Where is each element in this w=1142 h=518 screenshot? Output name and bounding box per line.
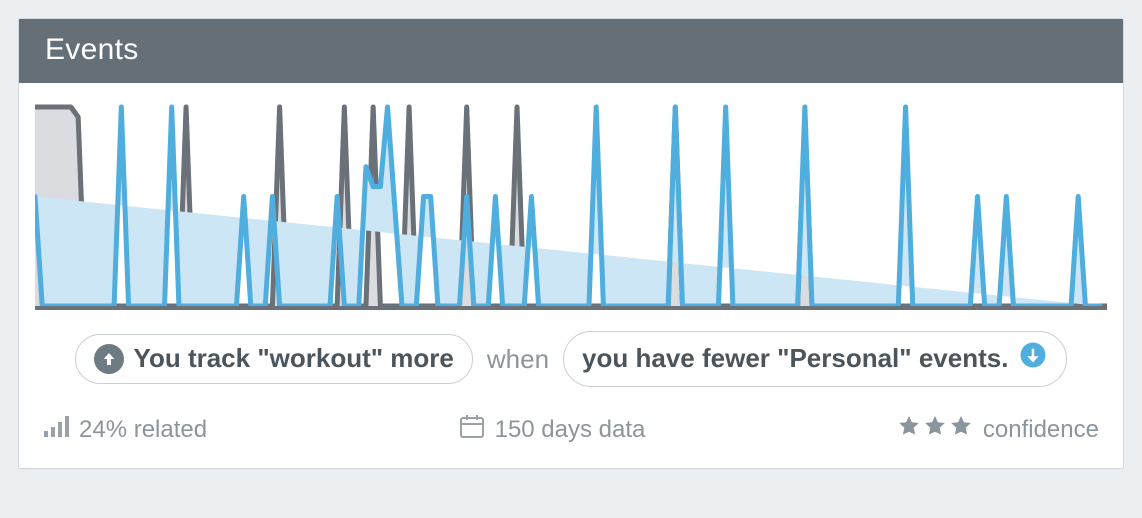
related-text: 24% related (79, 416, 207, 444)
insight-connector: when (487, 344, 549, 375)
card-footer: 24% related 150 days data confidence (19, 395, 1123, 468)
insight-pill-b-text: you have fewer "Personal" events. (582, 343, 1008, 374)
calendar-icon (459, 413, 485, 446)
duration-text: 150 days data (495, 416, 646, 444)
confidence-metric: confidence (897, 414, 1099, 445)
insight-pill-a[interactable]: You track "workout" more (75, 334, 473, 384)
confidence-label: confidence (983, 416, 1099, 444)
series-personal-events (35, 107, 1100, 306)
star-icon (923, 414, 947, 445)
events-card: Events You track "workout" more when you… (18, 18, 1124, 469)
arrow-down-icon (1018, 340, 1048, 377)
duration-metric: 150 days data (459, 413, 646, 446)
insight-pill-b[interactable]: you have fewer "Personal" events. (563, 331, 1067, 387)
bars-icon (43, 413, 69, 446)
star-icon (949, 414, 973, 445)
card-title: Events (19, 19, 1123, 83)
insight-pill-a-text: You track "workout" more (134, 343, 454, 374)
chart-svg (35, 101, 1107, 311)
correlation-chart (19, 83, 1123, 313)
confidence-stars (897, 414, 973, 445)
related-metric: 24% related (43, 413, 207, 446)
star-icon (897, 414, 921, 445)
arrow-up-icon (94, 344, 124, 374)
insight-row: You track "workout" more when you have f… (19, 313, 1123, 395)
